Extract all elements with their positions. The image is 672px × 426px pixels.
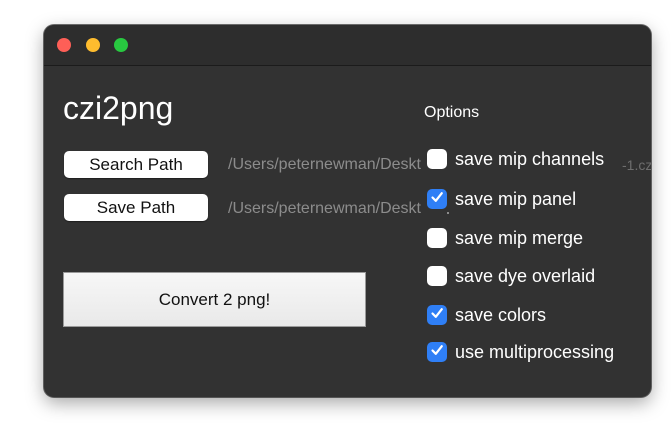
checkbox-save-mip-merge[interactable] bbox=[427, 228, 447, 248]
search-path-text: /Users/peternewman/Desktop bbox=[228, 156, 421, 173]
search-path-button[interactable]: Search Path bbox=[64, 151, 208, 178]
options-heading: Options bbox=[424, 104, 480, 121]
option-label: save colors bbox=[455, 305, 547, 325]
app-title: czi2png bbox=[63, 90, 174, 126]
option-save-colors[interactable]: save colors bbox=[427, 305, 651, 327]
option-save-mip-merge[interactable]: save mip merge bbox=[427, 228, 651, 250]
option-save-dye-overlaid[interactable]: save dye overlaid bbox=[427, 266, 651, 288]
checkmark-icon bbox=[431, 345, 443, 355]
checkbox-save-mip-panel[interactable] bbox=[427, 189, 447, 209]
app-window: czi2png Search Path /Users/peternewman/D… bbox=[44, 25, 651, 397]
save-path-button[interactable]: Save Path bbox=[64, 194, 208, 221]
convert-button[interactable]: Convert 2 png! bbox=[63, 272, 366, 327]
checkbox-save-dye-overlaid[interactable] bbox=[427, 266, 447, 286]
option-save-mip-channels[interactable]: save mip channels bbox=[427, 149, 651, 171]
checkmark-icon bbox=[431, 192, 443, 202]
minimize-window-button[interactable] bbox=[86, 38, 100, 52]
checkbox-use-multiprocessing[interactable] bbox=[427, 342, 447, 362]
title-bar bbox=[44, 25, 651, 66]
option-label: save dye overlaid bbox=[455, 266, 596, 286]
option-save-mip-panel[interactable]: save mip panel bbox=[427, 189, 651, 211]
option-label: save mip panel bbox=[455, 189, 577, 209]
path-caret-dot bbox=[447, 212, 449, 214]
save-path-text: /Users/peternewman/Desktop bbox=[228, 200, 421, 217]
close-window-button[interactable] bbox=[57, 38, 71, 52]
checkmark-icon bbox=[431, 308, 443, 318]
checkbox-save-colors[interactable] bbox=[427, 305, 447, 325]
option-label: use multiprocessing bbox=[455, 342, 615, 362]
option-label: save mip merge bbox=[455, 228, 584, 248]
option-label: save mip channels bbox=[455, 149, 605, 169]
checkbox-save-mip-channels[interactable] bbox=[427, 149, 447, 169]
option-use-multiprocessing[interactable]: use multiprocessing bbox=[427, 342, 651, 364]
zoom-window-button[interactable] bbox=[114, 38, 128, 52]
